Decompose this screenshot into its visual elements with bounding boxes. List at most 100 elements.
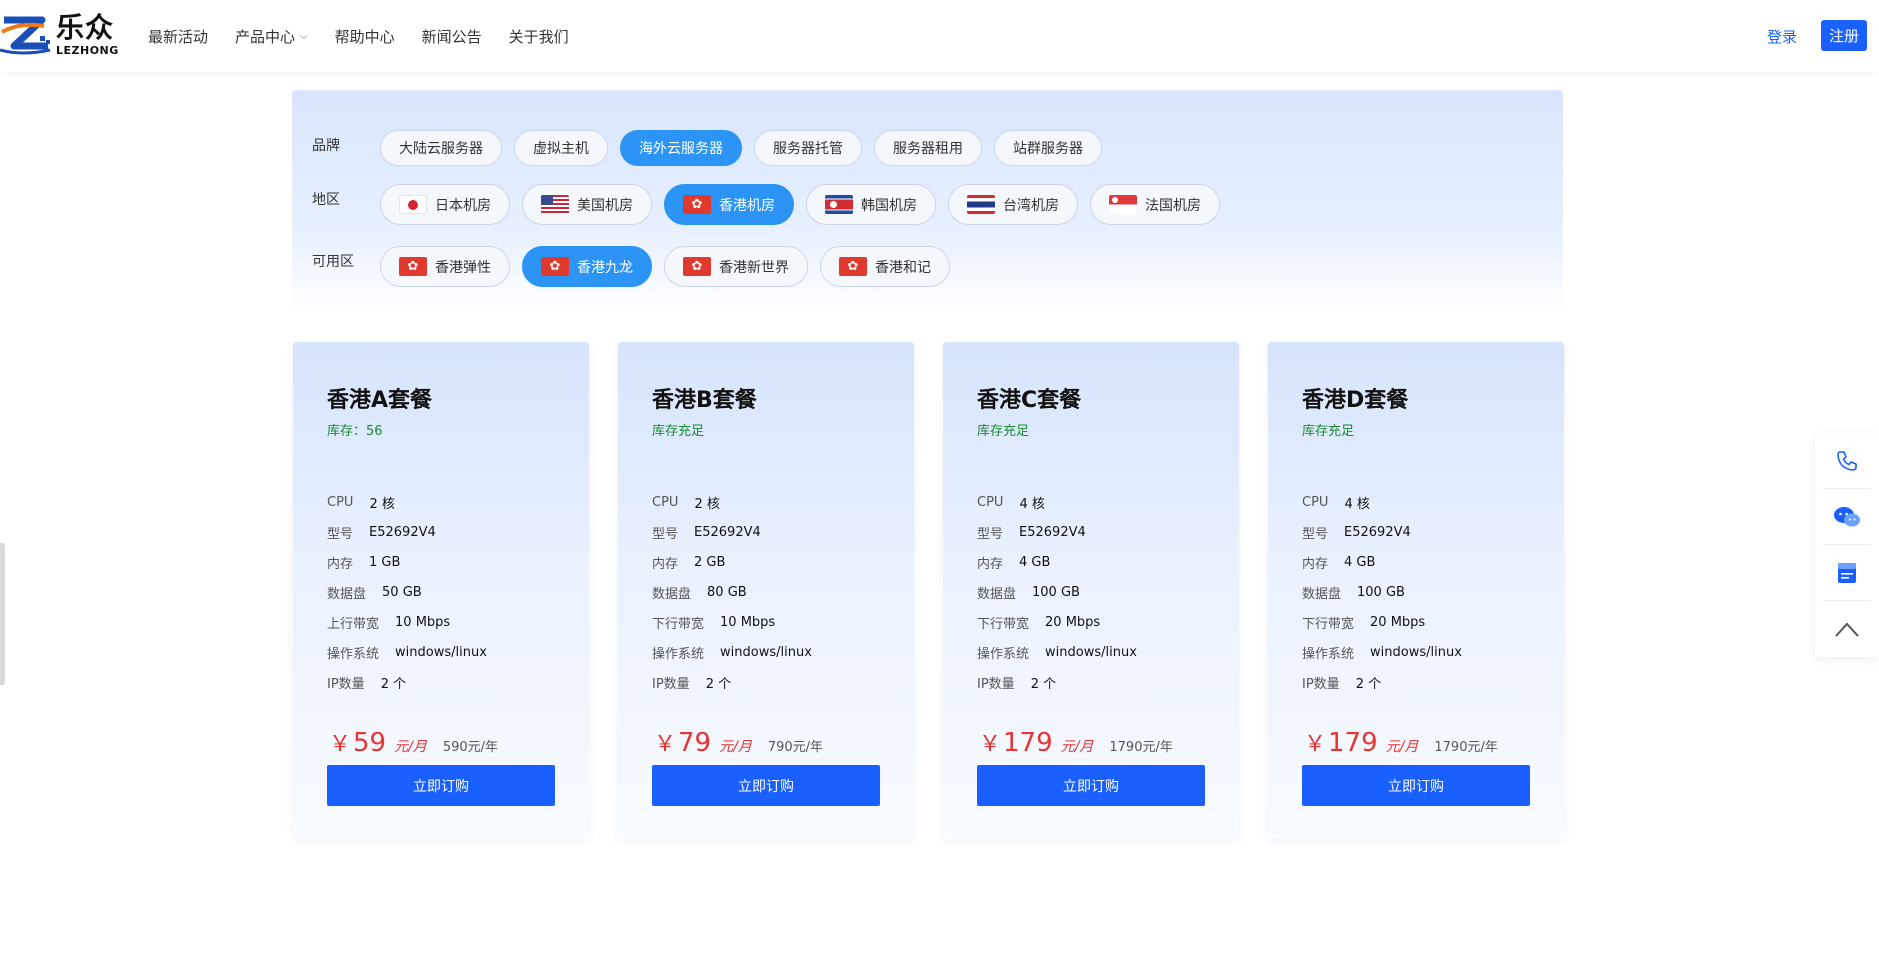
order-now-button[interactable]: 立即订购 — [977, 765, 1205, 806]
spec-row: 内存 2 GB — [652, 547, 812, 577]
region-option-3[interactable]: ✿ 香港机房 — [664, 184, 794, 225]
price-block: ￥ 59 元/月 590元/年 — [329, 726, 498, 758]
flag-hk-icon: ✿ — [683, 195, 711, 214]
spec-value: 4 核 — [1019, 496, 1045, 512]
logo-name-cn: 乐众 — [56, 11, 115, 44]
spec-row: 下行带宽 20 Mbps — [977, 607, 1137, 637]
filter-row-zone: 可用区 ✿ 香港弹性 ✿ 香港九龙 ✿ 香港新世界 ✿ 香港和记 — [312, 246, 962, 287]
spec-label: 数据盘 — [327, 586, 367, 602]
order-now-button[interactable]: 立即订购 — [652, 765, 880, 806]
spec-label: IP数量 — [652, 676, 690, 692]
phone-button[interactable] — [1823, 433, 1871, 489]
region-option-label: 美国机房 — [577, 197, 633, 214]
side-toolbar — [1815, 433, 1879, 657]
plan-card: 香港C套餐 库存充足 CPU 4 核型号 E52692V4 内存 4 GB 数据盘 100 GB… — [943, 342, 1239, 839]
spec-label: CPU — [977, 494, 1004, 510]
spec-label: 内存 — [1302, 556, 1329, 572]
filter-panel: 品牌 大陆云服务器 虚拟主机 海外云服务器 服务器托管 服务器租用 站群服务器 地区 日本… — [292, 90, 1563, 315]
spec-value: 20 Mbps — [1045, 614, 1101, 630]
brand-logo[interactable]: 乐众 LEZHONG — [0, 12, 120, 58]
spec-value: 4 GB — [1344, 554, 1376, 570]
spec-row: 内存 1 GB — [327, 547, 487, 577]
spec-row: IP数量 2 个 — [652, 667, 812, 697]
left-edge-tab[interactable] — [0, 543, 5, 685]
spec-row: 型号 E52692V4 — [977, 517, 1137, 547]
register-button[interactable]: 注册 — [1821, 20, 1867, 51]
spec-value: 1 GB — [369, 554, 401, 570]
zone-option-2[interactable]: ✿ 香港九龙 — [522, 246, 652, 287]
filter-row-region: 地区 日本机房 美国机房 ✿ 香港机房 韩国机房 台湾机房 法国机房 — [312, 184, 1232, 225]
spec-row: 操作系统 windows/linux — [1302, 637, 1462, 667]
spec-list: CPU 4 核型号 E52692V4 内存 4 GB 数据盘 100 GB 下行带宽 20 Mb… — [1302, 487, 1462, 697]
brand-option-5[interactable]: 服务器租用 — [874, 130, 982, 166]
spec-row: 型号 E52692V4 — [652, 517, 812, 547]
spec-label: 型号 — [652, 526, 679, 542]
brand-option-3[interactable]: 海外云服务器 — [620, 130, 742, 166]
monthly-price: 179 — [1328, 728, 1378, 758]
nav-item-1[interactable]: 最新活动 — [148, 26, 208, 47]
nav-item-label: 关于我们 — [508, 27, 569, 46]
price-block: ￥ 179 元/月 1790元/年 — [1304, 726, 1498, 758]
flag-sg-icon — [1109, 195, 1137, 214]
brand-option-6[interactable]: 站群服务器 — [994, 130, 1102, 166]
spec-value: 100 GB — [1357, 584, 1405, 600]
nav-item-4[interactable]: 新闻公告 — [422, 26, 482, 47]
back-to-top-button[interactable] — [1823, 601, 1871, 657]
spec-value: 50 GB — [382, 584, 422, 600]
region-option-5[interactable]: 台湾机房 — [948, 184, 1078, 225]
region-option-4[interactable]: 韩国机房 — [806, 184, 936, 225]
wechat-button[interactable] — [1823, 489, 1871, 545]
yearly-price: 790元/年 — [767, 740, 824, 755]
brand-option-2[interactable]: 虚拟主机 — [514, 130, 608, 166]
document-button[interactable] — [1823, 545, 1871, 601]
zone-option-1[interactable]: ✿ 香港弹性 — [380, 246, 510, 287]
spec-value: 2 GB — [694, 554, 726, 570]
region-option-1[interactable]: 日本机房 — [380, 184, 510, 225]
spec-row: 数据盘 50 GB — [327, 577, 487, 607]
nav-item-5[interactable]: 关于我们 — [509, 26, 569, 47]
nav-item-label: 最新活动 — [148, 27, 209, 46]
filter-label-region: 地区 — [312, 192, 340, 208]
nav-item-3[interactable]: 帮助中心 — [335, 26, 395, 47]
chevron-down-icon: ⌵ — [300, 30, 308, 42]
flag-kp-icon — [825, 195, 853, 214]
stock-status: 库存：56 — [327, 424, 383, 439]
flag-hk-icon: ✿ — [839, 257, 867, 276]
nav-item-label: 帮助中心 — [334, 27, 395, 46]
login-link[interactable]: 登录 — [1767, 26, 1797, 47]
phone-icon — [1837, 450, 1857, 471]
spec-label: 下行带宽 — [977, 616, 1030, 632]
nav-item-2[interactable]: 产品中心 ⌵ — [235, 26, 308, 47]
flag-jp-icon — [399, 195, 427, 214]
brand-option-4[interactable]: 服务器托管 — [754, 130, 862, 166]
zone-option-4[interactable]: ✿ 香港和记 — [820, 246, 950, 287]
flag-hk-icon: ✿ — [541, 257, 569, 276]
main-nav: 最新活动 产品中心 ⌵ 帮助中心 新闻公告 关于我们 — [148, 0, 596, 72]
region-option-6[interactable]: 法国机房 — [1090, 184, 1220, 225]
spec-label: 操作系统 — [977, 646, 1030, 662]
order-now-button[interactable]: 立即订购 — [327, 765, 555, 806]
region-option-label: 日本机房 — [435, 197, 491, 214]
spec-value: 4 GB — [1019, 554, 1051, 570]
spec-value: E52692V4 — [1019, 524, 1086, 540]
top-header: 乐众 LEZHONG 最新活动 产品中心 ⌵ 帮助中心 新闻公告 关于我们 登录 注册 — [0, 0, 1879, 72]
brand-option-1[interactable]: 大陆云服务器 — [380, 130, 502, 166]
plan-title: 香港D套餐 — [1302, 388, 1409, 413]
card-divider — [327, 460, 555, 461]
spec-label: IP数量 — [977, 676, 1015, 692]
spec-value: 4 核 — [1344, 496, 1370, 512]
spec-label: 内存 — [327, 556, 354, 572]
plan-title: 香港C套餐 — [977, 388, 1082, 413]
price-block: ￥ 79 元/月 790元/年 — [654, 726, 823, 758]
zone-option-3[interactable]: ✿ 香港新世界 — [664, 246, 808, 287]
currency-symbol: ￥ — [979, 732, 1002, 757]
spec-list: CPU 4 核型号 E52692V4 内存 4 GB 数据盘 100 GB 下行带宽 20 Mb… — [977, 487, 1137, 697]
spec-row: 内存 4 GB — [977, 547, 1137, 577]
spec-row: 下行带宽 20 Mbps — [1302, 607, 1462, 637]
spec-label: 内存 — [652, 556, 679, 572]
spec-row: CPU 4 核 — [977, 487, 1137, 517]
region-option-2[interactable]: 美国机房 — [522, 184, 652, 225]
spec-row: CPU 2 核 — [327, 487, 487, 517]
region-option-label: 法国机房 — [1145, 197, 1201, 214]
order-now-button[interactable]: 立即订购 — [1302, 765, 1530, 806]
